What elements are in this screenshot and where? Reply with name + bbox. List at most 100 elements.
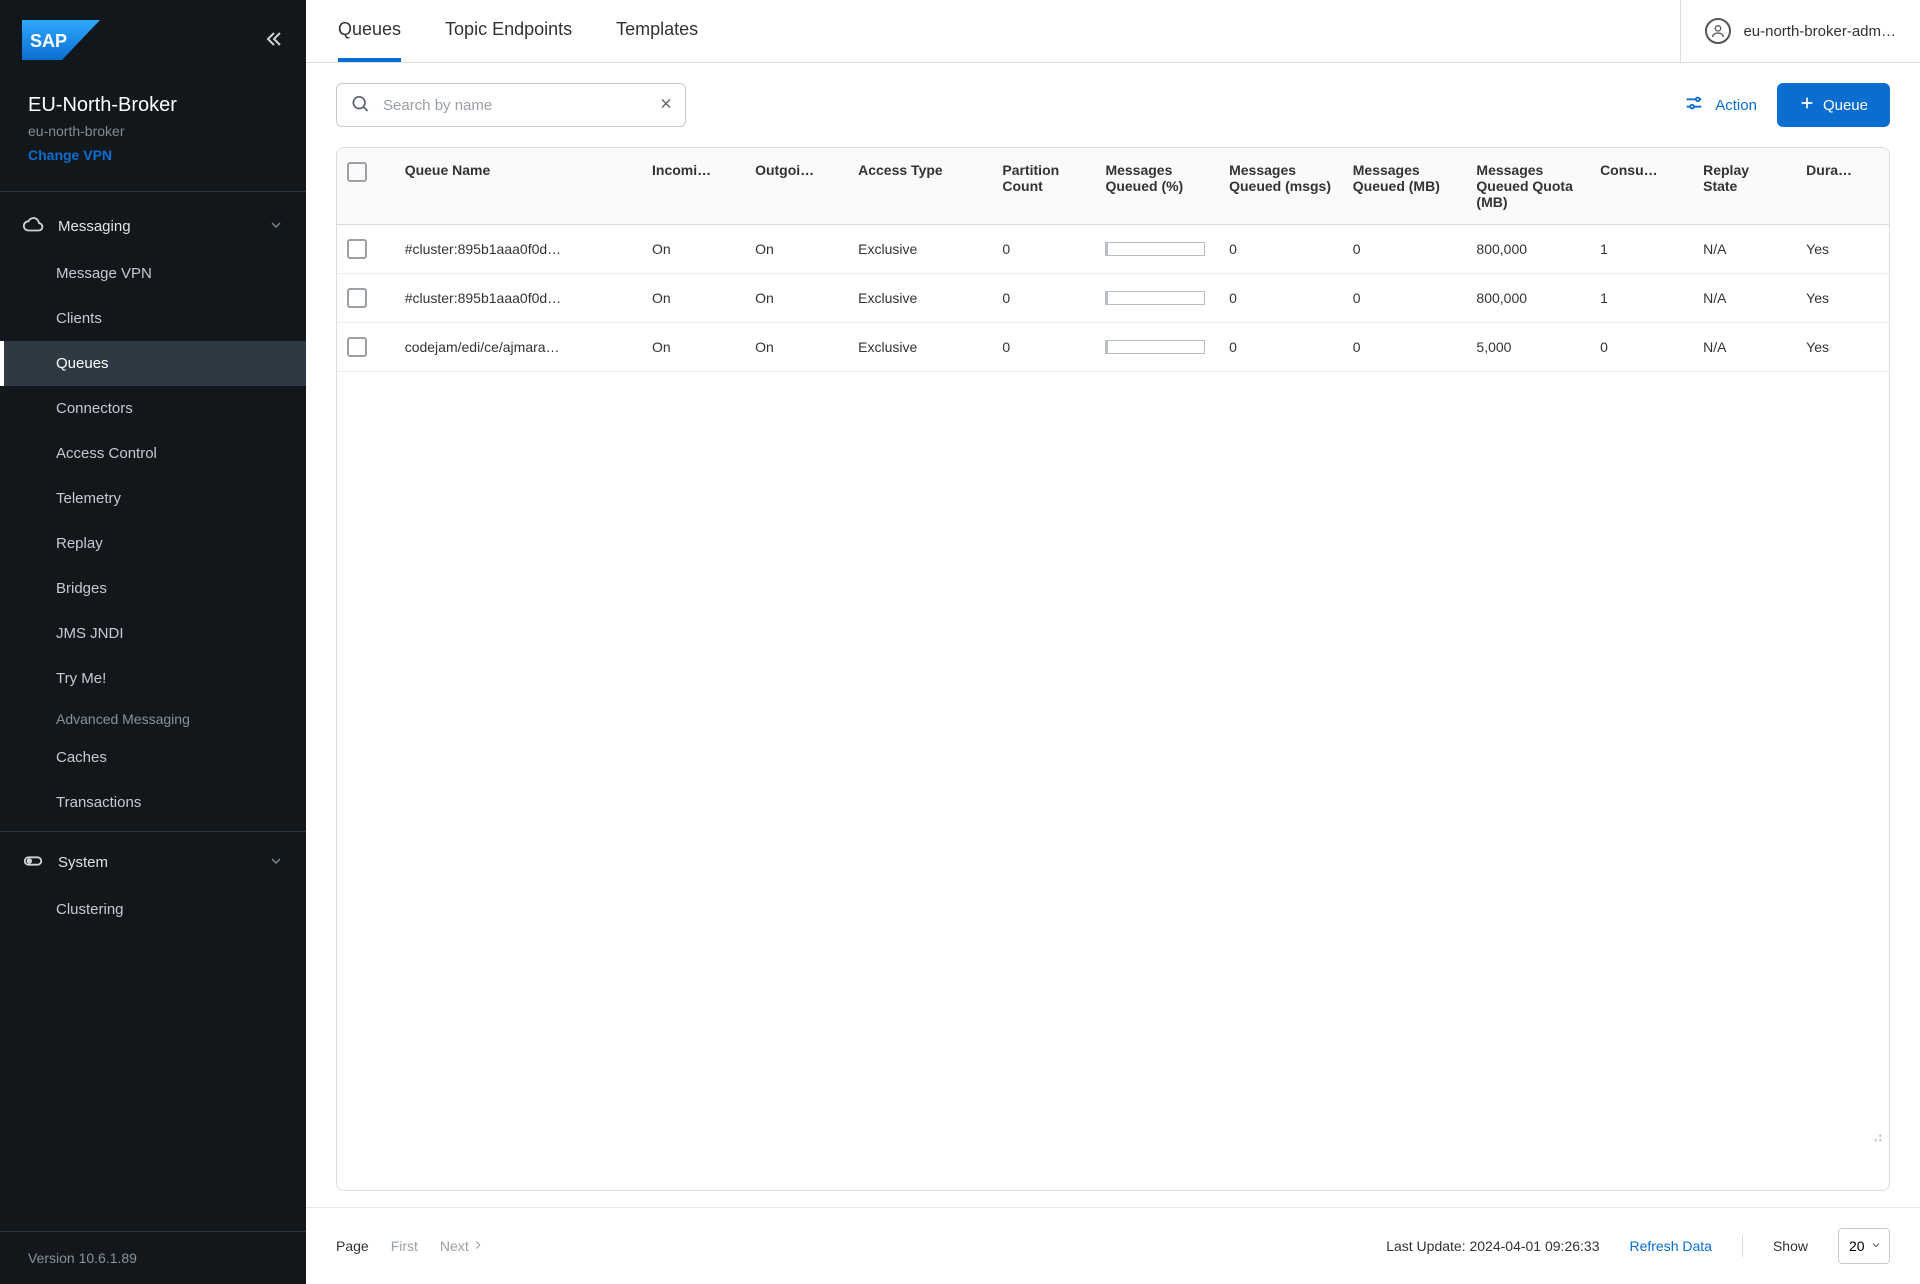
- page-first[interactable]: First: [391, 1238, 418, 1254]
- sidebar-item-access-control[interactable]: Access Control: [0, 431, 306, 476]
- toolbar-right: Action Queue: [1683, 83, 1890, 127]
- table-row[interactable]: #cluster:895b1aaa0f0d… On On Exclusive 0…: [337, 274, 1889, 323]
- tab-topic-endpoints[interactable]: Topic Endpoints: [445, 1, 572, 62]
- tabs: Queues Topic Endpoints Templates: [306, 0, 698, 62]
- col-outgoing[interactable]: Outgoi…: [745, 148, 848, 225]
- show-select-wrap: 20: [1838, 1228, 1890, 1264]
- nav-group-system[interactable]: System: [0, 838, 306, 887]
- col-access-type[interactable]: Access Type: [848, 148, 992, 225]
- topbar: Queues Topic Endpoints Templates eu-nort…: [306, 0, 1920, 63]
- sidebar-item-bridges[interactable]: Bridges: [0, 566, 306, 611]
- cell-queued-msgs: 0: [1219, 323, 1343, 372]
- table-card: Queue Name Incomi… Outgoi… Access Type P…: [336, 147, 1890, 1191]
- pagination: Page First Next: [336, 1238, 485, 1255]
- cell-queued-mb: 0: [1343, 225, 1467, 274]
- nav-advanced-messaging-header: Advanced Messaging: [0, 701, 306, 735]
- refresh-data-link[interactable]: Refresh Data: [1629, 1238, 1711, 1254]
- sidebar-item-jms-jndi[interactable]: JMS JNDI: [0, 611, 306, 656]
- show-select[interactable]: 20: [1838, 1228, 1890, 1264]
- sidebar-item-replay[interactable]: Replay: [0, 521, 306, 566]
- col-checkbox: [337, 148, 395, 225]
- cloud-icon: [22, 214, 44, 239]
- sidebar-item-clustering[interactable]: Clustering: [0, 887, 306, 932]
- sidebar-item-try-me[interactable]: Try Me!: [0, 656, 306, 701]
- table-row[interactable]: #cluster:895b1aaa0f0d… On On Exclusive 0…: [337, 225, 1889, 274]
- cell-incoming: On: [642, 225, 745, 274]
- nav-system-section: System Clustering: [0, 831, 306, 932]
- plus-icon: [1799, 95, 1815, 115]
- cell-quota-mb: 800,000: [1466, 274, 1590, 323]
- page-next[interactable]: Next: [440, 1238, 485, 1255]
- search-input[interactable]: [336, 83, 686, 127]
- col-consumers[interactable]: Consu…: [1590, 148, 1693, 225]
- cell-access-type: Exclusive: [848, 225, 992, 274]
- col-messages-queued-pct[interactable]: Messages Queued (%): [1095, 148, 1219, 225]
- col-messages-queued-msgs[interactable]: Messages Queued (msgs): [1219, 148, 1343, 225]
- sidebar-item-caches[interactable]: Caches: [0, 735, 306, 780]
- cell-outgoing: On: [745, 323, 848, 372]
- user-name: eu-north-broker-adm…: [1743, 23, 1896, 40]
- col-incoming[interactable]: Incomi…: [642, 148, 745, 225]
- cell-queued-pct: [1095, 274, 1219, 323]
- sidebar-collapse-icon[interactable]: [260, 27, 284, 54]
- col-queue-name[interactable]: Queue Name: [395, 148, 642, 225]
- col-replay-state[interactable]: Replay State: [1693, 148, 1796, 225]
- cell-outgoing: On: [745, 225, 848, 274]
- clear-icon[interactable]: [658, 96, 674, 115]
- cell-queue-name: codejam/edi/ce/ajmara…: [395, 323, 642, 372]
- nav-system-label: System: [58, 854, 108, 871]
- chevron-down-icon: [268, 853, 284, 872]
- cell-partition-count: 0: [992, 323, 1095, 372]
- table-header-row: Queue Name Incomi… Outgoi… Access Type P…: [337, 148, 1889, 225]
- cell-replay-state: N/A: [1693, 274, 1796, 323]
- sliders-icon: [1683, 92, 1705, 118]
- pct-bar: [1105, 340, 1205, 354]
- version-label: Version 10.6.1.89: [0, 1231, 306, 1284]
- change-vpn-link[interactable]: Change VPN: [28, 147, 278, 163]
- col-partition-count[interactable]: Partition Count: [992, 148, 1095, 225]
- sidebar-item-connectors[interactable]: Connectors: [0, 386, 306, 431]
- nav-group-messaging[interactable]: Messaging: [0, 202, 306, 251]
- cell-queued-msgs: 0: [1219, 225, 1343, 274]
- action-button[interactable]: Action: [1683, 92, 1757, 118]
- row-checkbox[interactable]: [347, 337, 367, 357]
- row-checkbox[interactable]: [347, 239, 367, 259]
- tab-queues[interactable]: Queues: [338, 1, 401, 62]
- sidebar-item-clients[interactable]: Clients: [0, 296, 306, 341]
- page-next-label: Next: [440, 1238, 469, 1254]
- col-durable[interactable]: Dura…: [1796, 148, 1889, 225]
- sidebar-header: SAP: [0, 0, 306, 84]
- user-menu[interactable]: eu-north-broker-adm…: [1680, 0, 1920, 62]
- cell-queue-name: #cluster:895b1aaa0f0d…: [395, 274, 642, 323]
- broker-title: EU-North-Broker: [28, 94, 278, 117]
- row-checkbox[interactable]: [347, 288, 367, 308]
- nav-messaging-label: Messaging: [58, 218, 131, 235]
- sidebar-item-queues[interactable]: Queues: [0, 341, 306, 386]
- cell-incoming: On: [642, 323, 745, 372]
- sidebar-item-telemetry[interactable]: Telemetry: [0, 476, 306, 521]
- table-row[interactable]: codejam/edi/ce/ajmara… On On Exclusive 0…: [337, 323, 1889, 372]
- last-update: Last Update: 2024-04-01 09:26:33: [1386, 1238, 1599, 1254]
- pct-bar: [1105, 242, 1205, 256]
- create-queue-button[interactable]: Queue: [1777, 83, 1890, 127]
- resize-handle-icon[interactable]: [1871, 1131, 1885, 1148]
- footer: Page First Next Last Update: 2024-04-01 …: [306, 1207, 1920, 1284]
- show-label: Show: [1773, 1238, 1808, 1254]
- chevron-right-icon: [471, 1238, 485, 1255]
- col-messages-queued-quota-mb[interactable]: Messages Queued Quota (MB): [1466, 148, 1590, 225]
- cell-partition-count: 0: [992, 225, 1095, 274]
- search-wrap: [336, 83, 686, 127]
- pct-bar: [1105, 291, 1205, 305]
- cell-durable: Yes: [1796, 323, 1889, 372]
- cell-consumers: 1: [1590, 225, 1693, 274]
- cell-queued-mb: 0: [1343, 274, 1467, 323]
- col-messages-queued-mb[interactable]: Messages Queued (MB): [1343, 148, 1467, 225]
- sidebar-item-transactions[interactable]: Transactions: [0, 780, 306, 825]
- select-all-checkbox[interactable]: [347, 162, 367, 182]
- divider: [1742, 1235, 1743, 1257]
- page-label: Page: [336, 1238, 369, 1254]
- sidebar-item-message-vpn[interactable]: Message VPN: [0, 251, 306, 296]
- toolbar: Action Queue: [306, 63, 1920, 147]
- tab-templates[interactable]: Templates: [616, 1, 698, 62]
- sap-logo: SAP: [22, 20, 100, 60]
